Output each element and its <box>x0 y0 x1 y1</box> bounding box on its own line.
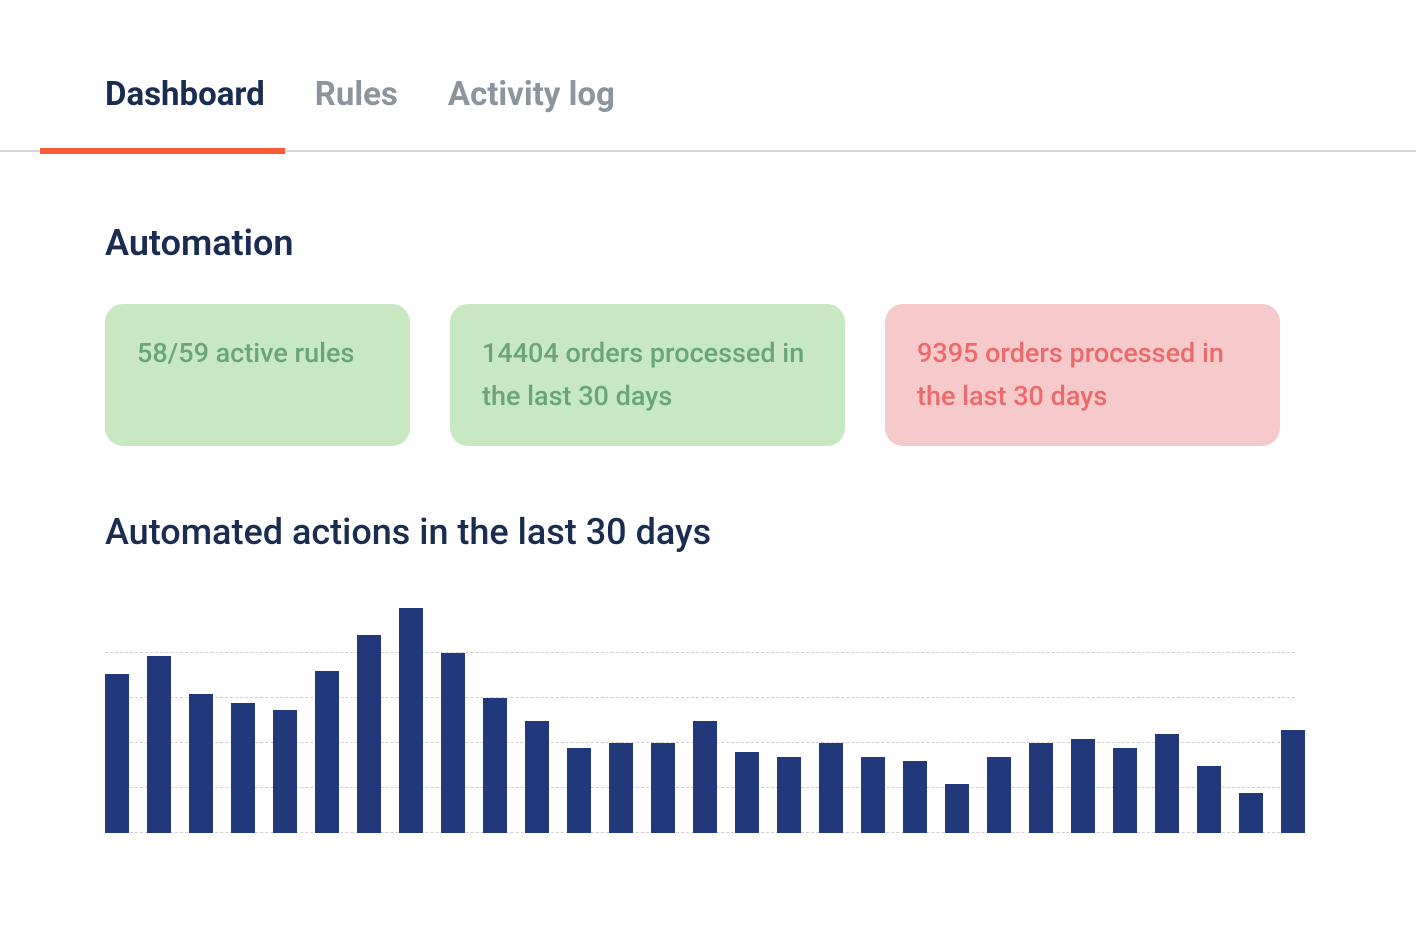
chart-bar <box>357 635 381 833</box>
chart-bar <box>819 743 843 833</box>
chart-bar <box>651 743 675 833</box>
card-orders-processed-green: 14404 orders processed in the last 30 da… <box>450 304 845 446</box>
chart-bar <box>735 752 759 833</box>
chart-bar <box>273 710 297 834</box>
chart-bar <box>105 674 129 834</box>
chart-bar <box>147 656 171 834</box>
tab-activity-log[interactable]: Activity log <box>448 75 615 150</box>
chart-bar <box>1281 730 1305 834</box>
chart-bar <box>1239 793 1263 834</box>
section-title: Automation <box>105 222 1311 264</box>
chart-bar <box>609 743 633 833</box>
chart-bar <box>1113 748 1137 834</box>
card-active-rules: 58/59 active rules <box>105 304 410 446</box>
chart-bar <box>483 698 507 833</box>
chart-bar <box>1071 739 1095 834</box>
chart-bar <box>441 653 465 833</box>
chart-area <box>105 608 1295 833</box>
content-area: Automation 58/59 active rules 14404 orde… <box>0 152 1416 833</box>
chart-bar <box>861 757 885 834</box>
chart-bar <box>525 721 549 834</box>
chart-bar <box>1029 743 1053 833</box>
chart-bar <box>693 721 717 834</box>
card-orders-processed-red: 9395 orders processed in the last 30 day… <box>885 304 1280 446</box>
chart-bar <box>567 748 591 834</box>
chart-bar <box>945 784 969 834</box>
app-container: Dashboard Rules Activity log Automation … <box>0 0 1416 943</box>
chart-bar <box>399 608 423 833</box>
tab-bar: Dashboard Rules Activity log <box>0 0 1416 152</box>
chart-bar <box>987 757 1011 834</box>
chart-bar <box>903 761 927 833</box>
chart-title: Automated actions in the last 30 days <box>105 511 1311 553</box>
chart-bar <box>1197 766 1221 834</box>
tab-dashboard[interactable]: Dashboard <box>105 75 265 150</box>
chart-bar <box>189 694 213 834</box>
chart-bar <box>777 757 801 834</box>
summary-cards: 58/59 active rules 14404 orders processe… <box>105 304 1311 446</box>
chart-bar <box>1155 734 1179 833</box>
chart-bars <box>105 608 1295 833</box>
chart-bar <box>231 703 255 834</box>
tab-rules[interactable]: Rules <box>315 75 398 150</box>
chart-bar <box>315 671 339 833</box>
